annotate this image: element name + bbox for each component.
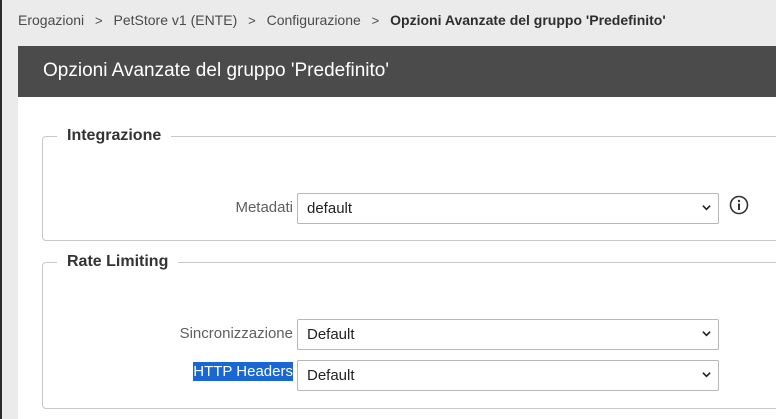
breadcrumb: Erogazioni > PetStore v1 (ENTE) > Config…	[18, 12, 666, 28]
rate-limiting-group: Rate Limiting Sincronizzazione Default H…	[42, 253, 776, 409]
rate-limiting-legend: Rate Limiting	[67, 253, 169, 270]
http-headers-value: Default	[307, 367, 355, 384]
breadcrumb-petstore[interactable]: PetStore v1 (ENTE)	[114, 12, 238, 28]
page: Erogazioni > PetStore v1 (ENTE) > Config…	[2, 0, 776, 419]
panel-title: Opzioni Avanzate del gruppo 'Predefinito…	[18, 46, 776, 97]
breadcrumb-configurazione[interactable]: Configurazione	[267, 12, 361, 28]
chevron-right-icon: >	[248, 13, 256, 28]
metadati-value: default	[307, 200, 353, 217]
sincronizzazione-value: Default	[307, 326, 355, 343]
integrazione-legend: Integrazione	[67, 127, 162, 144]
http-headers-label: HTTP Headers	[193, 362, 293, 381]
breadcrumb-erogazioni[interactable]: Erogazioni	[18, 12, 84, 28]
info-icon[interactable]	[729, 195, 749, 215]
chevron-right-icon: >	[371, 13, 380, 28]
sincronizzazione-row: Sincronizzazione Default	[43, 319, 776, 351]
options-panel: Opzioni Avanzate del gruppo 'Predefinito…	[18, 46, 776, 419]
integrazione-group: Integrazione Metadati default	[42, 127, 776, 241]
metadati-row: Metadati default	[43, 193, 776, 225]
metadati-select[interactable]: default	[297, 193, 719, 224]
metadati-label: Metadati	[235, 199, 293, 216]
chevron-down-icon	[702, 372, 711, 378]
sincronizzazione-label: Sincronizzazione	[179, 325, 293, 342]
http-headers-row: HTTP Headers Default	[43, 360, 776, 392]
chevron-down-icon	[702, 205, 711, 211]
chevron-down-icon	[702, 331, 711, 337]
sincronizzazione-select[interactable]: Default	[297, 319, 719, 350]
http-headers-select[interactable]: Default	[297, 360, 719, 391]
chevron-right-icon: >	[95, 13, 103, 28]
breadcrumb-current: Opzioni Avanzate del gruppo 'Predefinito…	[390, 12, 666, 28]
